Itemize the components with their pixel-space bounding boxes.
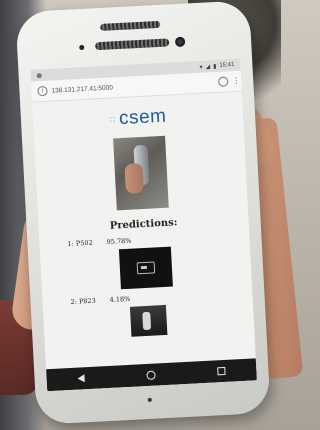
top-speaker-grille bbox=[100, 20, 161, 31]
prediction-score: 4.18% bbox=[109, 294, 131, 304]
input-photo bbox=[113, 135, 169, 211]
recent-apps-icon[interactable] bbox=[217, 366, 226, 376]
prediction-image bbox=[129, 304, 168, 337]
battery-icon: ▮ bbox=[212, 63, 217, 70]
info-icon[interactable]: i bbox=[37, 85, 48, 97]
phone-screen: ▾ ◢ ▮ 15:41 i 138.131.217.41:5000 ⋮ :: cs… bbox=[30, 58, 257, 392]
bottom-microphone bbox=[147, 397, 152, 403]
back-icon[interactable] bbox=[77, 374, 85, 383]
notification-icon bbox=[36, 72, 42, 78]
prediction-label: 1: P502 bbox=[67, 238, 93, 248]
android-nav-bar bbox=[46, 358, 257, 392]
url-text[interactable]: 138.131.217.41:5000 bbox=[51, 79, 214, 94]
home-icon[interactable] bbox=[146, 370, 156, 380]
logo-text: csem bbox=[118, 105, 167, 130]
prediction-score: 95.78% bbox=[106, 236, 132, 246]
earpiece-grille bbox=[95, 38, 170, 51]
prediction-row: 2: P823 4.18% bbox=[42, 288, 252, 307]
csem-logo: :: csem bbox=[33, 102, 244, 135]
status-time: 15:41 bbox=[219, 62, 235, 69]
wifi-icon: ▾ bbox=[199, 64, 203, 71]
smartphone: ▾ ◢ ▮ 15:41 i 138.131.217.41:5000 ⋮ :: cs… bbox=[15, 0, 271, 425]
prediction-label: 2: P823 bbox=[70, 296, 96, 306]
prediction-image bbox=[118, 246, 173, 290]
overflow-menu-icon[interactable]: ⋮ bbox=[232, 76, 240, 85]
front-sensor bbox=[79, 44, 85, 51]
photo-scene: ▾ ◢ ▮ 15:41 i 138.131.217.41:5000 ⋮ :: cs… bbox=[0, 0, 304, 430]
logo-dots: :: bbox=[109, 114, 117, 125]
chip-icon bbox=[136, 261, 156, 275]
tabs-icon[interactable] bbox=[218, 76, 229, 87]
front-camera bbox=[174, 36, 186, 48]
signal-icon: ◢ bbox=[205, 63, 211, 71]
